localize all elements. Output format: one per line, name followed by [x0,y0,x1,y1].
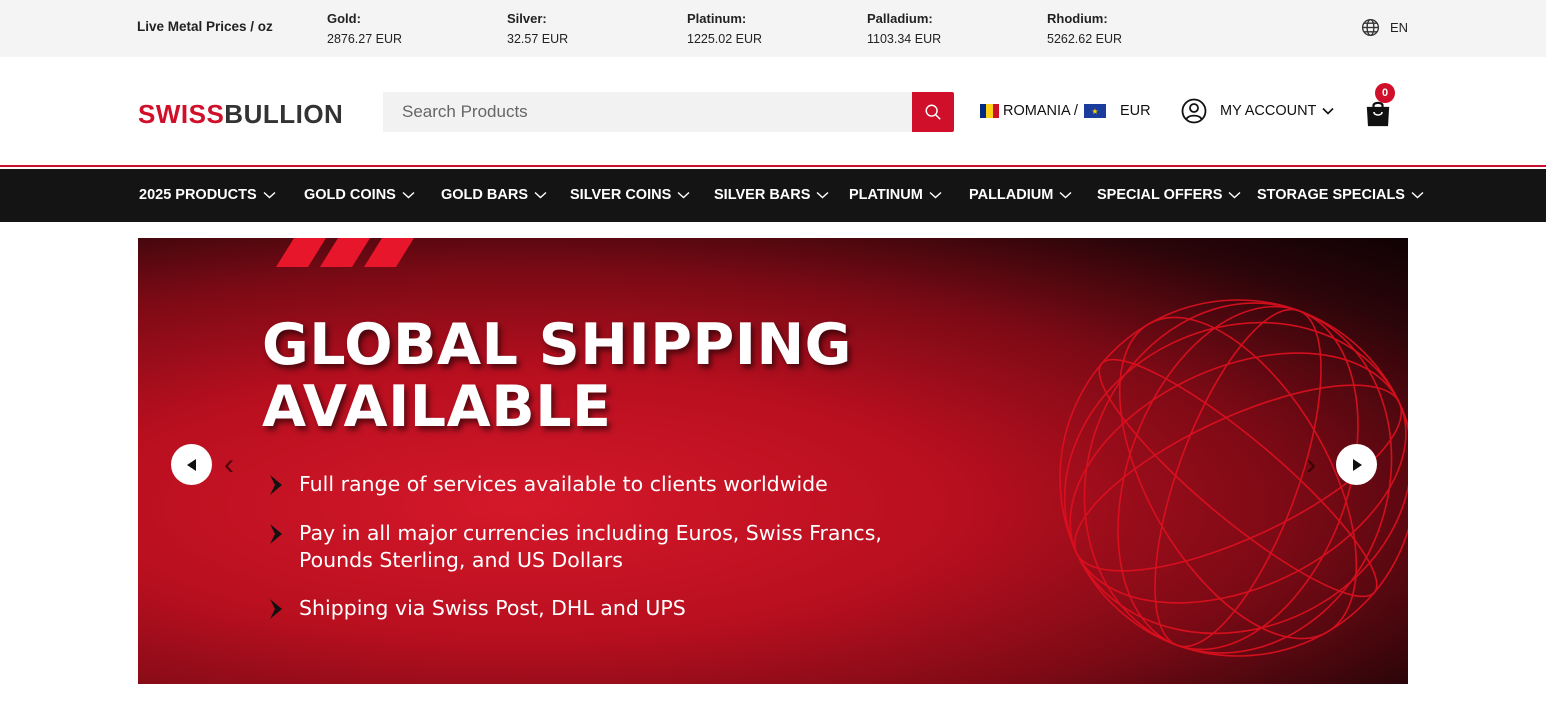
search-button[interactable] [912,92,954,132]
nav-item-silver-coins[interactable]: SILVER COINS [570,187,690,203]
metal-price: 32.57 EUR [507,32,569,46]
metal-price-gold: Gold: 2876.27 EUR [327,9,402,49]
ticker-title: Live Metal Prices / oz [137,19,273,34]
triangle-left-icon [186,458,196,471]
nav-item-label: GOLD BARS [441,187,528,203]
bullet-text: Full range of services available to clie… [299,472,828,496]
nav-item-gold-bars[interactable]: GOLD BARS [441,187,547,203]
user-icon [1181,98,1207,124]
bullet-text: Shipping via Swiss Post, DHL and UPS [299,596,686,620]
metal-price-silver: Silver: 32.57 EUR [507,9,568,49]
nav-item-platinum[interactable]: PLATINUM [849,187,942,203]
logo-text-swiss: SWISS [138,99,225,129]
globe-icon [1361,18,1380,37]
search-bar [383,92,954,132]
banner-bullet-3: Shipping via Swiss Post, DHL and UPS [268,595,686,622]
chevron-down-icon [263,191,276,199]
banner-bullet-1: Full range of services available to clie… [268,471,828,498]
decorative-stripes [276,238,414,267]
chevron-right-icon: › [1306,448,1316,481]
banner-bullet-2: Pay in all major currencies including Eu… [268,520,882,574]
metal-price: 1103.34 EUR [867,32,942,46]
headline-line-2: AVAILABLE [262,374,612,440]
metal-name: Platinum: [687,11,747,26]
nav-item-storage-specials[interactable]: STORAGE SPECIALS [1257,187,1424,203]
chevron-down-icon [929,191,942,199]
chevron-down-icon [402,191,415,199]
headline-line-1: GLOBAL SHIPPING [262,312,852,378]
nav-item-palladium[interactable]: PALLADIUM [969,187,1072,203]
metal-name: Silver: [507,11,547,26]
metal-price-palladium: Palladium: 1103.34 EUR [867,9,941,49]
metal-price: 2876.27 EUR [327,32,403,46]
bullet-text: Pay in all major currencies including Eu… [299,521,882,545]
nav-item-gold-coins[interactable]: GOLD COINS [304,187,415,203]
metal-price: 1225.02 EUR [687,32,763,46]
nav-item-special-offers[interactable]: SPECIAL OFFERS [1097,187,1241,203]
bullet-text: Pounds Sterling, and US Dollars [299,548,623,572]
slider-next-button[interactable] [1336,444,1377,485]
chevron-right-icon [270,599,282,619]
chevron-down-icon [1322,107,1334,115]
hero-banner-slide[interactable]: GLOBAL SHIPPING AVAILABLE Full range of … [138,238,1408,684]
nav-item-2025-products[interactable]: 2025 PRODUCTS [139,187,276,203]
nav-item-silver-bars[interactable]: SILVER BARS [714,187,829,203]
account-label: MY ACCOUNT [1220,103,1317,119]
nav-item-label: STORAGE SPECIALS [1257,187,1405,203]
search-icon [925,104,941,120]
metal-price-ticker: Live Metal Prices / oz Gold: 2876.27 EUR… [0,0,1546,57]
chevron-right-icon [270,475,282,495]
eu-flag-icon: ★ [1083,104,1106,118]
slider-prev-button[interactable] [171,444,212,485]
metal-name: Rhodium: [1047,11,1108,26]
metal-price: 5262.62 EUR [1047,32,1123,46]
chevron-down-icon [534,191,547,199]
chevron-down-icon [1411,191,1424,199]
chevron-down-icon [677,191,690,199]
nav-item-label: GOLD COINS [304,187,396,203]
language-label: EN [1390,20,1409,35]
nav-item-label: PALLADIUM [969,187,1054,203]
nav-item-label: SILVER COINS [570,187,672,203]
nav-item-label: PLATINUM [849,187,923,203]
shopping-bag-icon[interactable] [1365,99,1391,127]
metal-name: Gold: [327,11,361,26]
nav-item-label: SPECIAL OFFERS [1097,187,1223,203]
region-currency-selector[interactable]: ROMANIA / ★ EUR [980,103,1151,119]
country-label: ROMANIA / [1003,103,1078,119]
main-navigation: 2025 PRODUCTS GOLD COINS GOLD BARS SILVE… [0,169,1546,222]
logo-text-bullion: BULLION [224,99,344,129]
my-account-menu[interactable]: MY ACCOUNT [1181,98,1334,124]
triangle-right-icon [1352,458,1362,471]
metal-price-platinum: Platinum: 1225.02 EUR [687,9,762,49]
chevron-down-icon [816,191,829,199]
romania-flag-icon [980,104,999,118]
banner-headline: GLOBAL SHIPPING AVAILABLE [262,314,852,438]
search-input[interactable] [383,92,912,132]
currency-label: EUR [1119,103,1151,119]
chevron-right-icon [270,524,282,544]
cart-count-badge: 0 [1375,83,1395,103]
site-logo[interactable]: SWISSBULLION [138,99,343,130]
language-selector[interactable]: EN [1361,18,1408,37]
chevron-down-icon [1059,191,1072,199]
chevron-left-icon: ‹ [224,448,234,481]
metal-name: Palladium: [867,11,933,26]
nav-item-label: 2025 PRODUCTS [139,187,257,203]
nav-item-label: SILVER BARS [714,187,811,203]
chevron-down-icon [1228,191,1241,199]
metal-price-rhodium: Rhodium: 5262.62 EUR [1047,9,1122,49]
site-header: SWISSBULLION ROMANIA / ★ EUR MY ACCOUNT [0,57,1546,167]
